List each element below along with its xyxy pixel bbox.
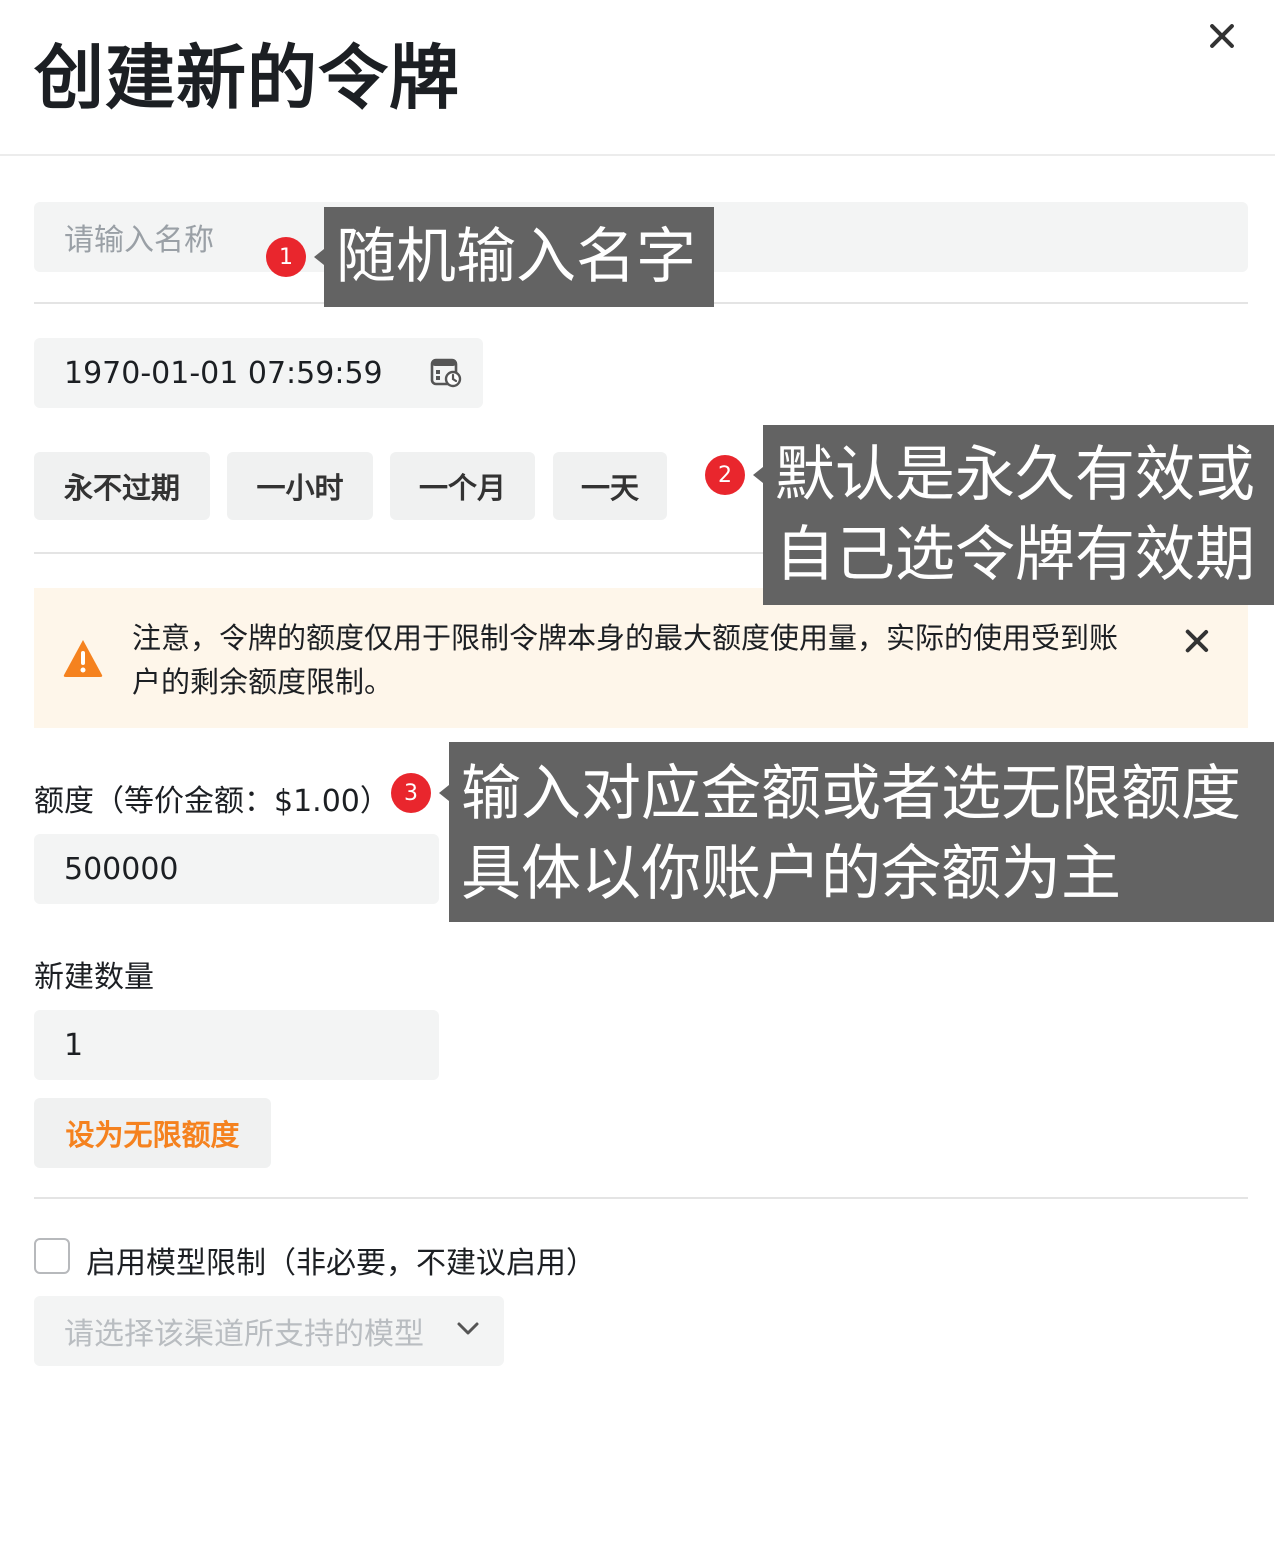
annotation-pointer <box>314 249 324 265</box>
dialog-title: 创建新的令牌 <box>34 37 460 119</box>
annotation-text: 默认是永久有效或 <box>775 440 1255 510</box>
annotation-text: 随机输入名字 <box>336 222 696 292</box>
annotation-badge-2: 2 <box>705 455 745 495</box>
quota-value: 500000 <box>64 851 179 887</box>
divider <box>34 1197 1248 1199</box>
one-hour-button[interactable]: 一小时 <box>227 452 373 520</box>
model-limit-label: 启用模型限制（非必要，不建议启用） <box>86 1246 596 1281</box>
count-value: 1 <box>64 1027 84 1063</box>
annotation-text: 输入对应金额或者选无限额度 <box>461 759 1241 829</box>
count-input[interactable]: 1 <box>34 1010 439 1080</box>
annotation-pointer <box>753 467 763 483</box>
close-icon[interactable] <box>1200 18 1244 62</box>
expiry-date-value: 1970-01-01 07:59:59 <box>64 355 383 391</box>
quota-label: 额度（等价金额：$1.00） <box>34 784 390 819</box>
calendar-clock-icon[interactable] <box>430 356 462 388</box>
one-day-button[interactable]: 一天 <box>553 452 667 520</box>
annotation-badge-3: 3 <box>391 773 431 813</box>
annotation-callout-3: 输入对应金额或者选无限额度 具体以你账户的余额为主 <box>449 742 1274 922</box>
annotation-callout-2: 默认是永久有效或 自己选令牌有效期 <box>763 425 1274 605</box>
chevron-down-icon <box>457 1322 479 1335</box>
annotation-text: 具体以你账户的余额为主 <box>461 839 1121 909</box>
model-select-placeholder: 请选择该渠道所支持的模型 <box>64 1317 424 1352</box>
dialog-header: 创建新的令牌 <box>0 0 1275 156</box>
never-expire-button[interactable]: 永不过期 <box>34 452 210 520</box>
annotation-pointer <box>439 785 449 801</box>
name-input-placeholder: 请输入名称 <box>64 223 214 258</box>
warning-banner: 注意，令牌的额度仅用于限制令牌本身的最大额度使用量，实际的使用受到账户的剩余额度… <box>34 588 1248 728</box>
model-select[interactable]: 请选择该渠道所支持的模型 <box>34 1296 504 1366</box>
count-label: 新建数量 <box>34 960 154 995</box>
annotation-badge-1: 1 <box>266 237 306 277</box>
set-unlimited-quota-button[interactable]: 设为无限额度 <box>34 1098 271 1168</box>
warning-icon <box>63 640 103 677</box>
one-month-button[interactable]: 一个月 <box>390 452 535 520</box>
warning-close-icon[interactable] <box>1179 624 1215 660</box>
expiry-date-input[interactable]: 1970-01-01 07:59:59 <box>34 338 483 408</box>
annotation-text: 自己选令牌有效期 <box>775 520 1255 590</box>
annotation-callout-1: 随机输入名字 <box>324 207 714 307</box>
warning-text: 注意，令牌的额度仅用于限制令牌本身的最大额度使用量，实际的使用受到账户的剩余额度… <box>132 621 1119 699</box>
model-limit-checkbox[interactable] <box>34 1238 70 1274</box>
quota-input[interactable]: 500000 <box>34 834 439 904</box>
